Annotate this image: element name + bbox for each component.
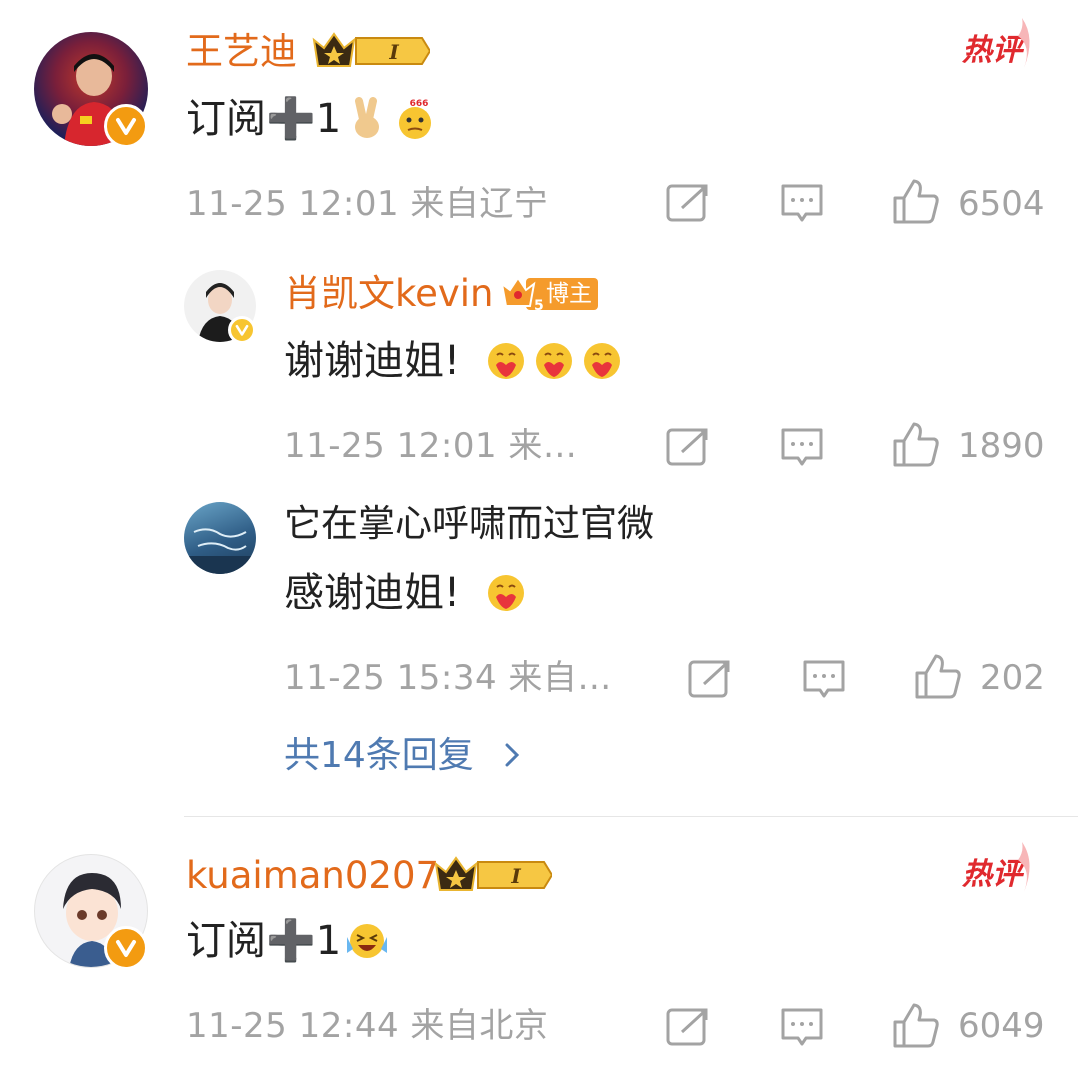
comment-text: 谢谢迪姐! <box>284 338 461 384</box>
repost-icon[interactable] <box>666 1006 710 1052</box>
avatar-art-icon <box>184 528 256 574</box>
svg-text:I: I <box>388 40 399 64</box>
blogger-badge: 5 博主 <box>500 274 600 314</box>
repost-icon[interactable] <box>688 658 732 704</box>
comment-text-row: 订阅➕1 666 <box>186 94 437 144</box>
laughing-tears-emoji-icon <box>345 919 389 963</box>
comment-text-row: 感谢迪姐! <box>284 568 528 618</box>
comment-icon[interactable] <box>780 426 824 474</box>
divider <box>184 816 1078 817</box>
like-icon[interactable] <box>892 1002 940 1052</box>
flame-decoration-icon <box>1002 16 1038 70</box>
verified-v-icon <box>228 316 256 344</box>
like-icon[interactable] <box>914 653 962 703</box>
comment-text: 订阅➕1 <box>186 96 342 142</box>
like-icon[interactable] <box>892 178 940 228</box>
verified-v-icon <box>104 926 148 970</box>
comment-text: 感谢迪姐! <box>284 570 461 616</box>
comment-text-row: 谢谢迪姐! <box>284 336 624 386</box>
username[interactable]: kuaiman0207 <box>186 854 439 898</box>
comment-icon[interactable] <box>802 658 846 706</box>
blogger-badge-label: 博主 <box>546 281 592 307</box>
comment-meta: 11-25 12:01 来… <box>284 426 578 466</box>
heart-hug-emoji-icon <box>580 339 624 383</box>
more-replies-label: 共14条回复 <box>284 735 474 776</box>
comment-icon[interactable] <box>780 1006 824 1054</box>
verified-v-icon <box>104 104 148 148</box>
username[interactable]: 肖凯文kevin <box>284 272 494 316</box>
comment-meta: 11-25 15:34 来自… <box>284 658 612 698</box>
heart-hug-emoji-icon <box>484 339 528 383</box>
like-count: 6504 <box>958 184 1045 224</box>
like-count: 1890 <box>958 426 1045 466</box>
heart-hug-emoji-icon <box>484 571 528 615</box>
comment-meta: 11-25 12:01 来自辽宁 <box>186 184 549 224</box>
like-count: 6049 <box>958 1006 1045 1046</box>
username[interactable]: 王艺迪 <box>186 30 297 74</box>
chevron-right-icon <box>505 743 520 767</box>
avatar[interactable] <box>184 502 256 574</box>
svg-text:5: 5 <box>534 298 544 314</box>
crown-level-icon: I <box>434 852 554 898</box>
more-replies-link[interactable]: 共14条回复 <box>284 734 523 778</box>
comment-meta: 11-25 12:44 来自北京 <box>186 1006 549 1046</box>
comment-text-row: 订阅➕1 <box>186 916 389 966</box>
repost-icon[interactable] <box>666 426 710 472</box>
like-count: 202 <box>980 658 1045 698</box>
666-thinking-emoji-icon: 666 <box>393 97 437 141</box>
heart-hug-emoji-icon <box>532 339 576 383</box>
flame-decoration-icon <box>1002 840 1038 894</box>
svg-text:666: 666 <box>410 99 429 109</box>
comment-icon[interactable] <box>780 182 824 230</box>
crown-level-icon: I <box>312 28 432 74</box>
repost-icon[interactable] <box>666 182 710 228</box>
svg-text:I: I <box>510 864 521 888</box>
comment-text: 订阅➕1 <box>186 918 342 964</box>
victory-hand-emoji-icon <box>345 97 389 141</box>
like-icon[interactable] <box>892 421 940 471</box>
username[interactable]: 它在掌心呼啸而过官微 <box>284 502 654 546</box>
